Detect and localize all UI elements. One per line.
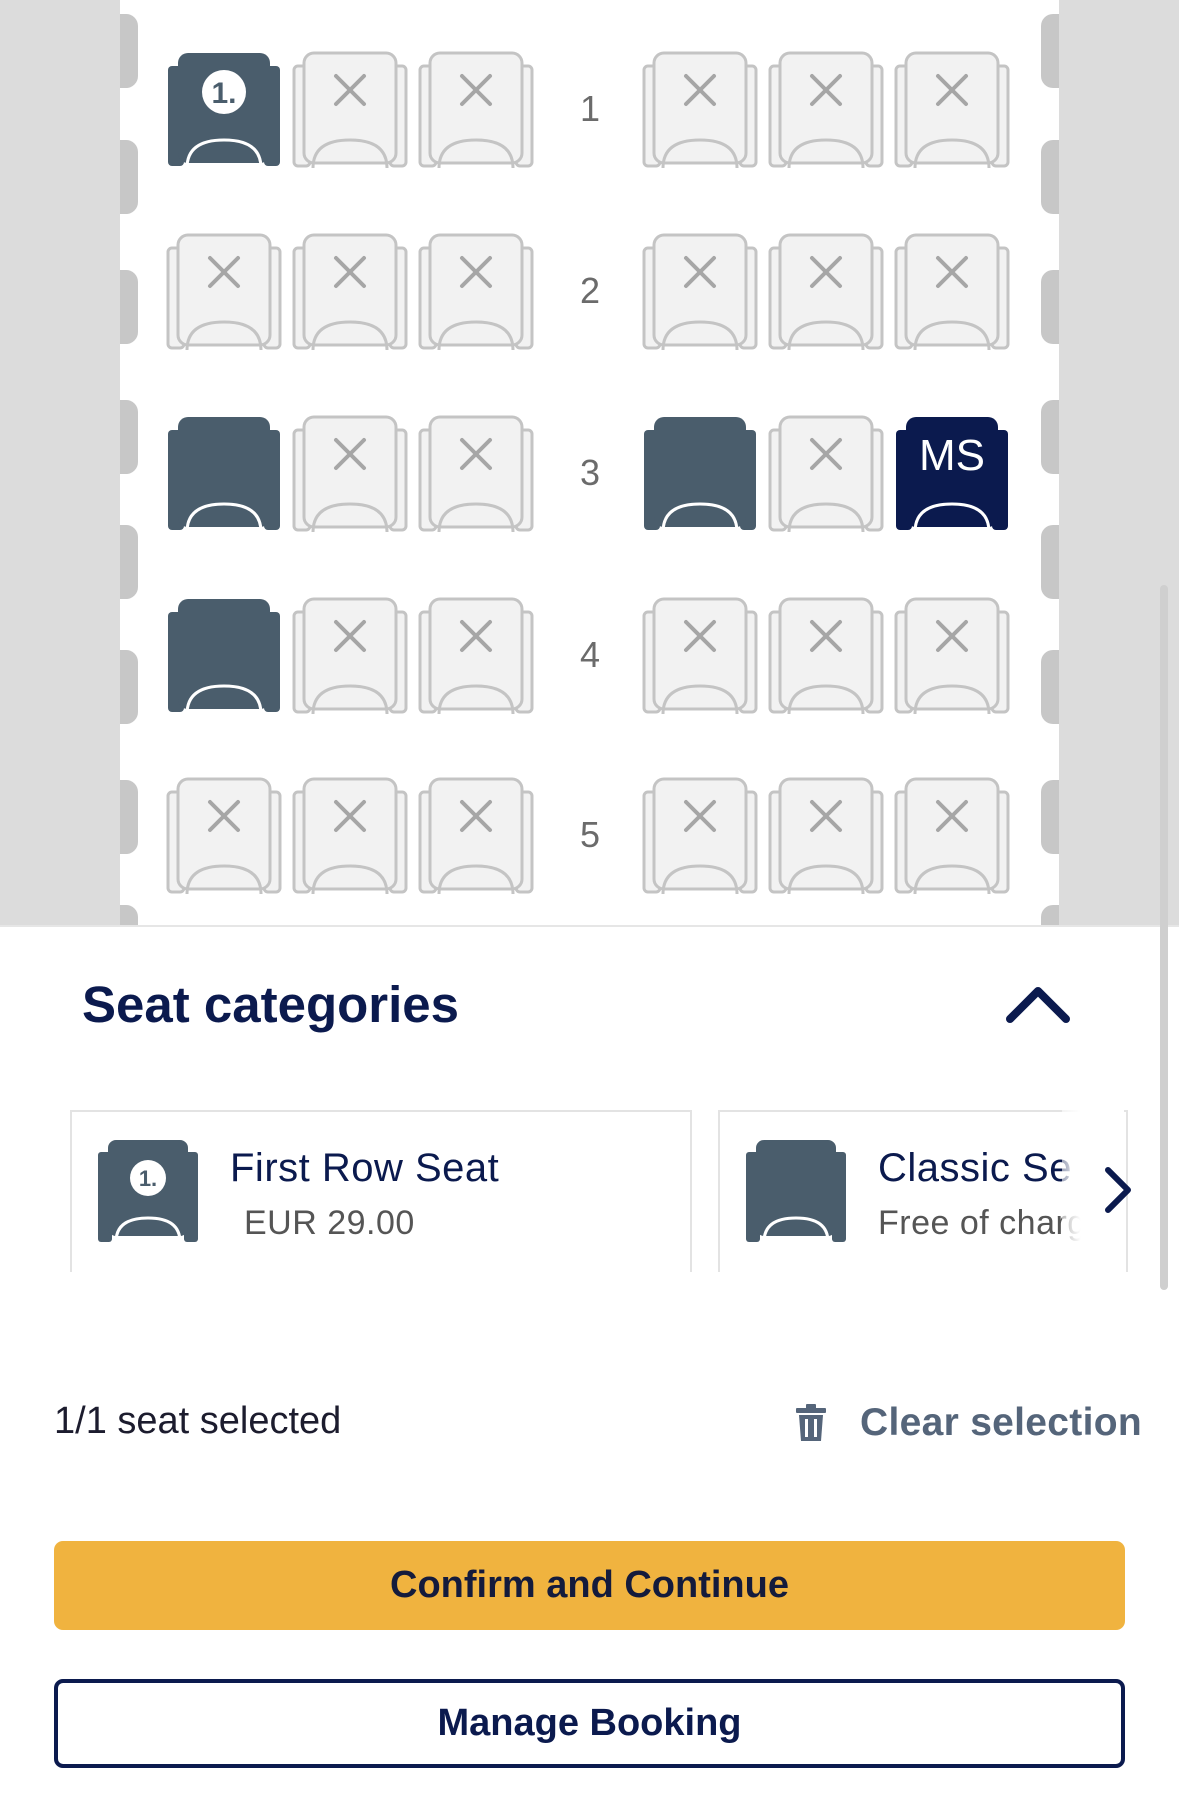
- classic-seat-icon: [744, 1138, 848, 1244]
- seat-occupied: [291, 776, 409, 896]
- chevron-up-icon[interactable]: [1000, 977, 1076, 1027]
- wall-tab: [120, 400, 138, 474]
- wall-tab: [1041, 780, 1059, 854]
- wall-tab: [1041, 905, 1059, 925]
- row-number: 1: [579, 88, 601, 129]
- seat-occupied: [641, 596, 759, 716]
- wall-tab: [120, 525, 138, 599]
- category-price: EUR 29.00: [244, 1204, 415, 1242]
- seat-occupied: [291, 50, 409, 170]
- seat-occupied: [165, 776, 283, 896]
- seat-occupied: [641, 232, 759, 352]
- seat-occupied: [291, 232, 409, 352]
- clear-selection-label: Clear selection: [860, 1401, 1142, 1444]
- row-number: 5: [579, 814, 601, 855]
- first-row-badge: 1.: [211, 77, 236, 110]
- wall-tab: [1041, 140, 1059, 214]
- wall-tab: [1041, 270, 1059, 344]
- seat-occupied: [767, 232, 885, 352]
- seat-map: 1. 1 2 MS 3 4 5: [0, 0, 1179, 925]
- seat-available[interactable]: [165, 596, 283, 716]
- selected-seat-label: MS: [919, 431, 985, 480]
- category-name: Classic Se: [878, 1146, 1072, 1190]
- seat-available[interactable]: [641, 414, 759, 534]
- row-number: 2: [579, 270, 601, 311]
- category-name: First Row Seat: [230, 1146, 500, 1190]
- seat-occupied: [893, 776, 1011, 896]
- seat-occupied: [767, 50, 885, 170]
- category-price: Free of charg: [878, 1204, 1087, 1242]
- seat-first-row[interactable]: 1.: [165, 50, 283, 170]
- wall-tab: [120, 780, 138, 854]
- confirm-and-continue-button[interactable]: Confirm and Continue: [54, 1541, 1125, 1630]
- seat-occupied: [291, 414, 409, 534]
- seat-occupied: [767, 414, 885, 534]
- row-number: 4: [579, 634, 601, 675]
- seat-occupied: [893, 232, 1011, 352]
- row-number: 3: [579, 452, 601, 493]
- seat-selection-count: 1/1 seat selected: [54, 1400, 342, 1442]
- seat-occupied: [417, 776, 535, 896]
- seat-occupied: [641, 50, 759, 170]
- chevron-right-icon[interactable]: [1098, 1162, 1138, 1218]
- seat-occupied: [417, 596, 535, 716]
- seat-occupied: [417, 414, 535, 534]
- seat-occupied: [893, 50, 1011, 170]
- seat-occupied: [417, 232, 535, 352]
- wall-tab: [1041, 400, 1059, 474]
- svg-text:1.: 1.: [139, 1166, 157, 1191]
- wall-tab: [120, 14, 138, 88]
- category-card-first-row[interactable]: 1. First Row Seat EUR 29.00: [70, 1110, 692, 1272]
- seat-occupied: [165, 232, 283, 352]
- seat-occupied: [767, 776, 885, 896]
- wall-tab: [1041, 525, 1059, 599]
- clear-selection-button[interactable]: Clear selection: [794, 1398, 1142, 1448]
- first-row-seat-icon: 1.: [96, 1138, 200, 1244]
- seat-occupied: [291, 596, 409, 716]
- wall-tab: [120, 270, 138, 344]
- seat-categories-title: Seat categories: [82, 976, 460, 1033]
- wall-tab: [1041, 14, 1059, 88]
- wall-tab: [120, 140, 138, 214]
- seat-occupied: [767, 596, 885, 716]
- manage-booking-button[interactable]: Manage Booking: [54, 1679, 1125, 1768]
- seat-occupied: [893, 596, 1011, 716]
- seat-occupied: [417, 50, 535, 170]
- scrollbar[interactable]: [1160, 585, 1168, 1290]
- seat-selected[interactable]: MS: [893, 414, 1011, 534]
- trash-icon: [794, 1403, 828, 1443]
- wall-tab: [1041, 650, 1059, 724]
- wall-tab: [120, 650, 138, 724]
- seat-available[interactable]: [165, 414, 283, 534]
- seat-occupied: [641, 776, 759, 896]
